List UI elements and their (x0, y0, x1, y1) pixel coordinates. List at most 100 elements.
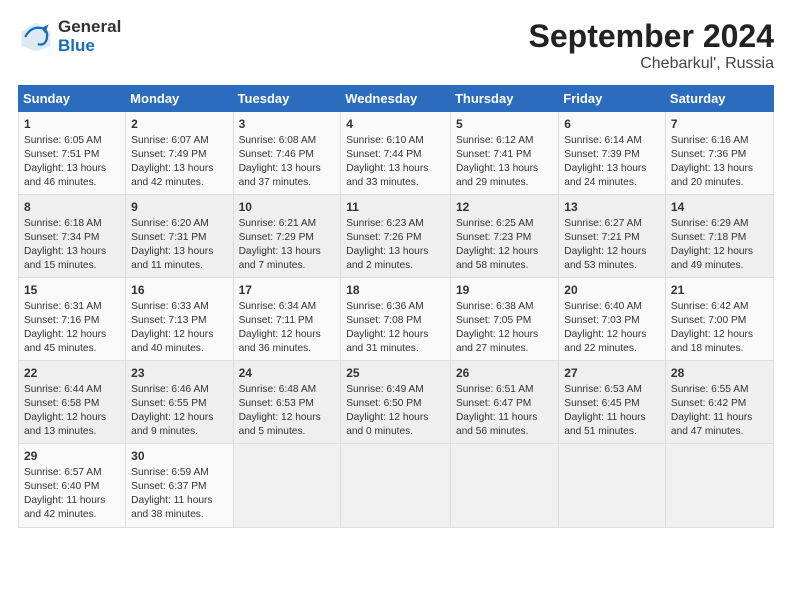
day-number: 29 (24, 448, 120, 465)
day-info: Sunrise: 6:14 AM Sunset: 7:39 PM Dayligh… (564, 134, 660, 190)
calendar-week-3: 15Sunrise: 6:31 AM Sunset: 7:16 PM Dayli… (19, 278, 774, 361)
calendar-cell: 18Sunrise: 6:36 AM Sunset: 7:08 PM Dayli… (341, 278, 451, 361)
day-number: 17 (239, 282, 336, 299)
day-number: 19 (456, 282, 553, 299)
calendar-cell (341, 444, 451, 527)
day-number: 2 (131, 116, 227, 133)
calendar-cell: 8Sunrise: 6:18 AM Sunset: 7:34 PM Daylig… (19, 195, 126, 278)
calendar-week-4: 22Sunrise: 6:44 AM Sunset: 6:58 PM Dayli… (19, 361, 774, 444)
day-info: Sunrise: 6:12 AM Sunset: 7:41 PM Dayligh… (456, 134, 553, 190)
col-friday: Friday (559, 86, 666, 112)
day-info: Sunrise: 6:27 AM Sunset: 7:21 PM Dayligh… (564, 217, 660, 273)
calendar-cell: 10Sunrise: 6:21 AM Sunset: 7:29 PM Dayli… (233, 195, 341, 278)
calendar-cell: 29Sunrise: 6:57 AM Sunset: 6:40 PM Dayli… (19, 444, 126, 527)
day-info: Sunrise: 6:49 AM Sunset: 6:50 PM Dayligh… (346, 383, 445, 439)
calendar-cell: 6Sunrise: 6:14 AM Sunset: 7:39 PM Daylig… (559, 112, 666, 195)
calendar-cell: 13Sunrise: 6:27 AM Sunset: 7:21 PM Dayli… (559, 195, 666, 278)
calendar-cell: 19Sunrise: 6:38 AM Sunset: 7:05 PM Dayli… (450, 278, 558, 361)
logo-blue-text: Blue (58, 37, 121, 56)
calendar-cell: 15Sunrise: 6:31 AM Sunset: 7:16 PM Dayli… (19, 278, 126, 361)
calendar-cell: 22Sunrise: 6:44 AM Sunset: 6:58 PM Dayli… (19, 361, 126, 444)
col-saturday: Saturday (665, 86, 773, 112)
logo: General Blue (18, 18, 121, 55)
col-thursday: Thursday (450, 86, 558, 112)
calendar-header: Sunday Monday Tuesday Wednesday Thursday… (19, 86, 774, 112)
calendar-cell: 5Sunrise: 6:12 AM Sunset: 7:41 PM Daylig… (450, 112, 558, 195)
calendar-cell: 28Sunrise: 6:55 AM Sunset: 6:42 PM Dayli… (665, 361, 773, 444)
calendar-cell (559, 444, 666, 527)
day-info: Sunrise: 6:07 AM Sunset: 7:49 PM Dayligh… (131, 134, 227, 190)
day-number: 24 (239, 365, 336, 382)
day-info: Sunrise: 6:53 AM Sunset: 6:45 PM Dayligh… (564, 383, 660, 439)
calendar-cell: 20Sunrise: 6:40 AM Sunset: 7:03 PM Dayli… (559, 278, 666, 361)
day-number: 27 (564, 365, 660, 382)
title-block: September 2024 Chebarkul', Russia (529, 18, 774, 73)
calendar-cell: 1Sunrise: 6:05 AM Sunset: 7:51 PM Daylig… (19, 112, 126, 195)
day-info: Sunrise: 6:38 AM Sunset: 7:05 PM Dayligh… (456, 300, 553, 356)
day-number: 23 (131, 365, 227, 382)
calendar-cell: 26Sunrise: 6:51 AM Sunset: 6:47 PM Dayli… (450, 361, 558, 444)
calendar-cell (665, 444, 773, 527)
day-number: 3 (239, 116, 336, 133)
day-info: Sunrise: 6:59 AM Sunset: 6:37 PM Dayligh… (131, 466, 227, 522)
day-number: 22 (24, 365, 120, 382)
day-info: Sunrise: 6:40 AM Sunset: 7:03 PM Dayligh… (564, 300, 660, 356)
calendar-cell: 27Sunrise: 6:53 AM Sunset: 6:45 PM Dayli… (559, 361, 666, 444)
title-location: Chebarkul', Russia (529, 55, 774, 73)
day-info: Sunrise: 6:48 AM Sunset: 6:53 PM Dayligh… (239, 383, 336, 439)
day-number: 25 (346, 365, 445, 382)
day-number: 9 (131, 199, 227, 216)
calendar-week-1: 1Sunrise: 6:05 AM Sunset: 7:51 PM Daylig… (19, 112, 774, 195)
day-number: 16 (131, 282, 227, 299)
day-number: 26 (456, 365, 553, 382)
calendar-table: Sunday Monday Tuesday Wednesday Thursday… (18, 85, 774, 528)
day-number: 4 (346, 116, 445, 133)
calendar-cell: 30Sunrise: 6:59 AM Sunset: 6:37 PM Dayli… (126, 444, 233, 527)
day-info: Sunrise: 6:08 AM Sunset: 7:46 PM Dayligh… (239, 134, 336, 190)
calendar-cell (233, 444, 341, 527)
day-info: Sunrise: 6:51 AM Sunset: 6:47 PM Dayligh… (456, 383, 553, 439)
day-info: Sunrise: 6:34 AM Sunset: 7:11 PM Dayligh… (239, 300, 336, 356)
day-number: 1 (24, 116, 120, 133)
day-number: 6 (564, 116, 660, 133)
calendar-cell: 2Sunrise: 6:07 AM Sunset: 7:49 PM Daylig… (126, 112, 233, 195)
day-number: 18 (346, 282, 445, 299)
title-month: September 2024 (529, 18, 774, 55)
col-sunday: Sunday (19, 86, 126, 112)
day-info: Sunrise: 6:25 AM Sunset: 7:23 PM Dayligh… (456, 217, 553, 273)
calendar-cell (450, 444, 558, 527)
day-info: Sunrise: 6:20 AM Sunset: 7:31 PM Dayligh… (131, 217, 227, 273)
day-info: Sunrise: 6:18 AM Sunset: 7:34 PM Dayligh… (24, 217, 120, 273)
calendar-week-5: 29Sunrise: 6:57 AM Sunset: 6:40 PM Dayli… (19, 444, 774, 527)
calendar-page: General Blue September 2024 Chebarkul', … (0, 0, 792, 612)
day-info: Sunrise: 6:16 AM Sunset: 7:36 PM Dayligh… (671, 134, 768, 190)
day-number: 15 (24, 282, 120, 299)
calendar-cell: 9Sunrise: 6:20 AM Sunset: 7:31 PM Daylig… (126, 195, 233, 278)
calendar-body: 1Sunrise: 6:05 AM Sunset: 7:51 PM Daylig… (19, 112, 774, 528)
day-info: Sunrise: 6:42 AM Sunset: 7:00 PM Dayligh… (671, 300, 768, 356)
day-info: Sunrise: 6:29 AM Sunset: 7:18 PM Dayligh… (671, 217, 768, 273)
col-tuesday: Tuesday (233, 86, 341, 112)
logo-text: General Blue (58, 18, 121, 55)
calendar-week-2: 8Sunrise: 6:18 AM Sunset: 7:34 PM Daylig… (19, 195, 774, 278)
day-number: 13 (564, 199, 660, 216)
day-info: Sunrise: 6:57 AM Sunset: 6:40 PM Dayligh… (24, 466, 120, 522)
day-info: Sunrise: 6:55 AM Sunset: 6:42 PM Dayligh… (671, 383, 768, 439)
header-row: Sunday Monday Tuesday Wednesday Thursday… (19, 86, 774, 112)
col-monday: Monday (126, 86, 233, 112)
day-info: Sunrise: 6:05 AM Sunset: 7:51 PM Dayligh… (24, 134, 120, 190)
calendar-cell: 12Sunrise: 6:25 AM Sunset: 7:23 PM Dayli… (450, 195, 558, 278)
day-number: 21 (671, 282, 768, 299)
calendar-cell: 23Sunrise: 6:46 AM Sunset: 6:55 PM Dayli… (126, 361, 233, 444)
day-number: 30 (131, 448, 227, 465)
calendar-cell: 7Sunrise: 6:16 AM Sunset: 7:36 PM Daylig… (665, 112, 773, 195)
header: General Blue September 2024 Chebarkul', … (18, 18, 774, 73)
day-number: 12 (456, 199, 553, 216)
logo-icon (18, 19, 54, 55)
col-wednesday: Wednesday (341, 86, 451, 112)
day-info: Sunrise: 6:21 AM Sunset: 7:29 PM Dayligh… (239, 217, 336, 273)
logo-general-text: General (58, 18, 121, 37)
day-number: 20 (564, 282, 660, 299)
day-number: 8 (24, 199, 120, 216)
day-info: Sunrise: 6:33 AM Sunset: 7:13 PM Dayligh… (131, 300, 227, 356)
